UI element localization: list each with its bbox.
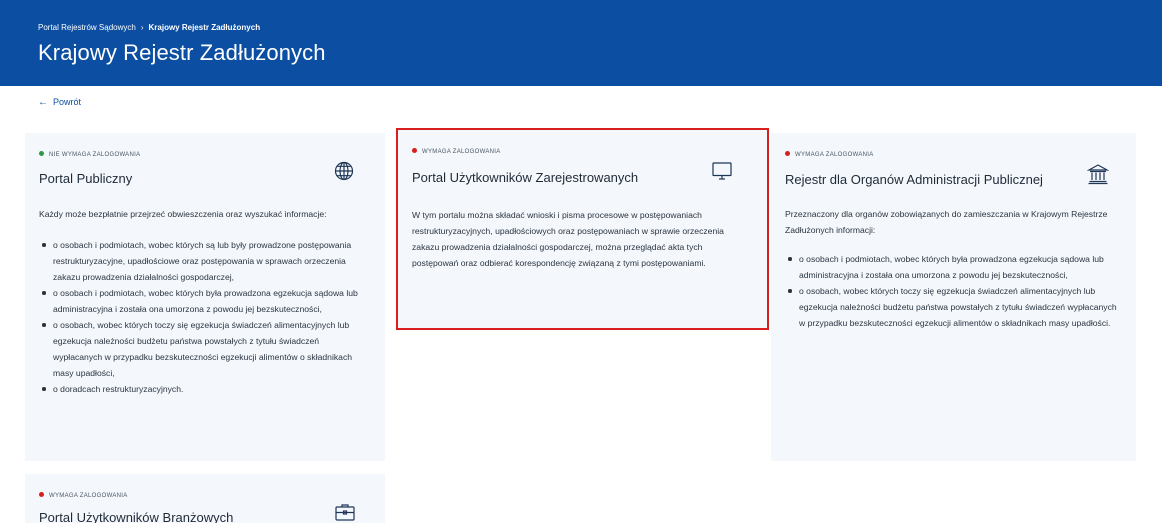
breadcrumb-current: Krajowy Rejestr Zadłużonych: [148, 23, 261, 32]
card-portal-uzytkownikow-branzowych[interactable]: WYMAGA ZALOGOWANIA Portal Użytkowników B…: [25, 474, 385, 523]
status-dot-icon: [39, 151, 44, 156]
status-badge-label: WYMAGA ZALOGOWANIA: [795, 152, 874, 158]
status-dot-icon: [785, 151, 790, 156]
status-badge: NIE WYMAGA ZALOGOWANIA: [39, 151, 140, 159]
institution-icon: [1087, 164, 1109, 185]
briefcase-icon: [335, 504, 355, 521]
status-badge-label: NIE WYMAGA ZALOGOWANIA: [49, 152, 141, 158]
card-rejestr-organow-administracji[interactable]: WYMAGA ZALOGOWANIA Rejestr dla Organów A…: [771, 133, 1136, 461]
breadcrumb-separator: ›: [140, 23, 144, 32]
list-item: o doradcach restrukturyzacyjnych.: [39, 381, 367, 397]
list-item: o osobach, wobec których toczy się egzek…: [39, 317, 367, 381]
back-link-label: Powrót: [53, 97, 82, 107]
status-badge: WYMAGA ZALOGOWANIA: [785, 151, 874, 159]
status-dot-icon: [412, 148, 417, 153]
card-list: o osobach i podmiotach, wobec których by…: [785, 251, 1125, 331]
card-description: Każdy może bezpłatnie przejrzeć obwieszc…: [39, 209, 327, 219]
card-title: Portal Użytkowników Zarejestrowanych: [412, 170, 639, 185]
card-portal-publiczny[interactable]: NIE WYMAGA ZALOGOWANIA Portal Publiczny …: [25, 133, 385, 461]
card-portal-uzytkownikow-zarejestrowanych[interactable]: WYMAGA ZALOGOWANIA Portal Użytkowników Z…: [396, 128, 769, 330]
monitor-icon: [712, 162, 732, 180]
status-badge: WYMAGA ZALOGOWANIA: [412, 148, 501, 156]
card-list: o osobach i podmiotach, wobec których są…: [39, 237, 367, 397]
status-badge-label: WYMAGA ZALOGOWANIA: [422, 149, 501, 155]
arrow-left-icon: ←: [38, 97, 48, 108]
card-description: Przeznaczony dla organów zobowiązanych d…: [785, 209, 1108, 235]
breadcrumb-link-portal[interactable]: Portal Rejestrów Sądowych: [38, 23, 136, 32]
card-title: Portal Publiczny: [39, 171, 133, 186]
list-item: o osobach, wobec których toczy się egzek…: [785, 283, 1125, 331]
globe-icon: [334, 161, 354, 181]
status-badge-label: WYMAGA ZALOGOWANIA: [49, 493, 128, 499]
status-badge: WYMAGA ZALOGOWANIA: [39, 492, 128, 500]
page-title: Krajowy Rejestr Zadłużonych: [38, 40, 326, 65]
breadcrumb: Portal Rejestrów Sądowych › Krajowy Rejest…: [38, 23, 260, 33]
card-title: Rejestr dla Organów Administracji Public…: [785, 172, 1043, 187]
list-item: o osobach i podmiotach, wobec których by…: [785, 251, 1125, 283]
card-description: W tym portalu można składać wnioski i pi…: [412, 210, 724, 268]
list-item: o osobach i podmiotach, wobec których by…: [39, 285, 367, 317]
page-header: Portal Rejestrów Sądowych › Krajowy Rejest…: [0, 0, 1162, 86]
card-title: Portal Użytkowników Branżowych: [39, 510, 234, 523]
list-item: o osobach i podmiotach, wobec których są…: [39, 237, 367, 285]
back-link[interactable]: ← Powrót: [38, 96, 81, 109]
status-dot-icon: [39, 492, 44, 497]
